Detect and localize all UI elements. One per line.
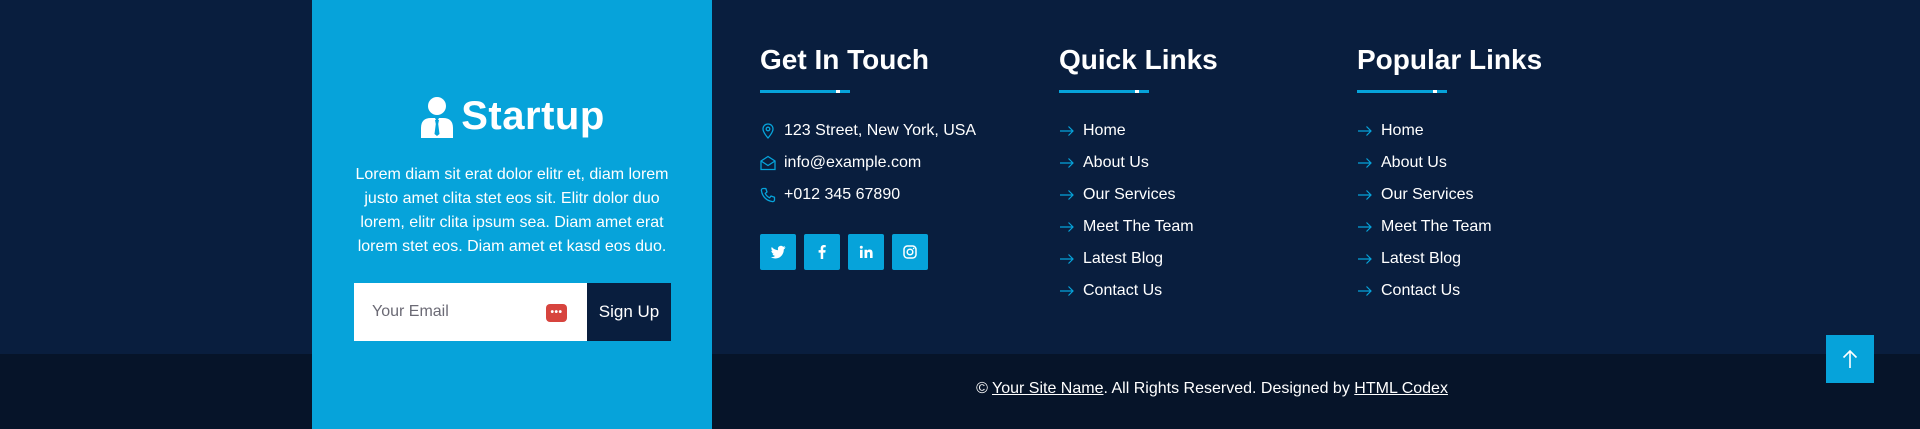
link-label: Our Services	[1381, 186, 1474, 203]
copyright-text: © Your Site Name. All Rights Reserved. D…	[712, 380, 1712, 398]
newsletter-form: ••• Sign Up	[354, 283, 671, 341]
envelope-open-icon	[760, 155, 776, 171]
user-tie-icon	[421, 96, 454, 138]
popular-links-list: Home About Us Our Services Meet The Team Lat…	[1357, 115, 1542, 307]
phone-text: +012 345 67890	[784, 186, 901, 203]
quick-link-item[interactable]: Meet The Team	[1059, 211, 1218, 243]
linkedin-button[interactable]	[848, 234, 884, 270]
quick-link-item[interactable]: About Us	[1059, 147, 1218, 179]
designer-link[interactable]: HTML Codex	[1354, 380, 1448, 397]
password-manager-icon[interactable]: •••	[546, 304, 567, 322]
brand-name: Startup	[461, 94, 605, 138]
email-field-wrap: •••	[354, 283, 587, 341]
twitter-button[interactable]	[760, 234, 796, 270]
back-to-top-button[interactable]	[1826, 335, 1874, 383]
twitter-icon	[770, 245, 786, 259]
social-links	[760, 234, 976, 270]
arrow-right-icon	[1358, 286, 1372, 296]
link-label: Home	[1381, 122, 1424, 139]
link-label: About Us	[1083, 154, 1149, 171]
popular-link-item[interactable]: Contact Us	[1357, 275, 1542, 307]
contact-column: Get In Touch 123 Street, New York, USA i…	[760, 44, 976, 270]
instagram-button[interactable]	[892, 234, 928, 270]
arrow-right-icon	[1060, 126, 1074, 136]
instagram-icon	[903, 245, 917, 259]
popular-link-item[interactable]: Latest Blog	[1357, 243, 1542, 275]
popular-link-item[interactable]: Home	[1357, 115, 1542, 147]
arrow-right-icon	[1060, 254, 1074, 264]
brand-panel: Startup Lorem diam sit erat dolor elitr …	[312, 0, 712, 429]
quick-link-item[interactable]: Home	[1059, 115, 1218, 147]
copyright-prefix: ©	[976, 380, 993, 397]
map-marker-icon	[762, 123, 774, 139]
popular-links-title: Popular Links	[1357, 44, 1543, 75]
arrow-up-icon	[1842, 349, 1858, 368]
link-label: Latest Blog	[1083, 250, 1164, 267]
arrow-right-icon	[1060, 158, 1074, 168]
link-label: About Us	[1381, 154, 1447, 171]
arrow-right-icon	[1358, 126, 1372, 136]
arrow-right-icon	[1358, 190, 1372, 200]
contact-address: 123 Street, New York, USA	[760, 115, 976, 147]
link-label: Meet The Team	[1083, 218, 1194, 235]
quick-link-item[interactable]: Contact Us	[1059, 275, 1218, 307]
brand-description: Lorem diam sit erat dolor elitr et, diam…	[355, 166, 669, 255]
copyright-middle: . All Rights Reserved. Designed by	[1103, 380, 1355, 397]
arrow-right-icon	[1060, 222, 1074, 232]
address-text: 123 Street, New York, USA	[784, 122, 977, 139]
linkedin-icon	[859, 245, 873, 258]
arrow-right-icon	[1358, 158, 1372, 168]
link-label: Meet The Team	[1381, 218, 1492, 235]
facebook-button[interactable]	[804, 234, 840, 270]
link-label: Home	[1083, 122, 1126, 139]
facebook-icon	[818, 244, 826, 259]
popular-links-column: Popular Links Home About Us Our Services Me…	[1357, 44, 1542, 307]
quick-links-list: Home About Us Our Services Meet The Team Lat…	[1059, 115, 1218, 307]
title-underline	[1059, 90, 1149, 93]
email-text: info@example.com	[784, 154, 922, 171]
arrow-right-icon	[1358, 222, 1372, 232]
link-label: Our Services	[1083, 186, 1176, 203]
link-label: Contact Us	[1083, 282, 1163, 299]
quick-links-column: Quick Links Home About Us Our Services Meet…	[1059, 44, 1218, 307]
quick-link-item[interactable]: Our Services	[1059, 179, 1218, 211]
quick-link-item[interactable]: Latest Blog	[1059, 243, 1218, 275]
link-label: Latest Blog	[1381, 250, 1462, 267]
site-name-link[interactable]: Your Site Name	[992, 380, 1103, 397]
phone-icon	[760, 187, 776, 203]
quick-links-title: Quick Links	[1059, 44, 1218, 75]
arrow-right-icon	[1060, 190, 1074, 200]
title-underline	[1357, 90, 1447, 93]
arrow-right-icon	[1358, 254, 1372, 264]
link-label: Contact Us	[1381, 282, 1461, 299]
popular-link-item[interactable]: Meet The Team	[1357, 211, 1542, 243]
contact-phone[interactable]: +012 345 67890	[760, 179, 976, 211]
logo[interactable]: Startup	[312, 94, 712, 139]
title-underline	[760, 90, 850, 93]
arrow-right-icon	[1060, 286, 1074, 296]
sign-up-button[interactable]: Sign Up	[587, 283, 671, 341]
contact-title: Get In Touch	[760, 44, 930, 75]
popular-link-item[interactable]: Our Services	[1357, 179, 1542, 211]
contact-list: 123 Street, New York, USA info@example.c…	[760, 115, 976, 211]
contact-email[interactable]: info@example.com	[760, 147, 976, 179]
popular-link-item[interactable]: About Us	[1357, 147, 1542, 179]
